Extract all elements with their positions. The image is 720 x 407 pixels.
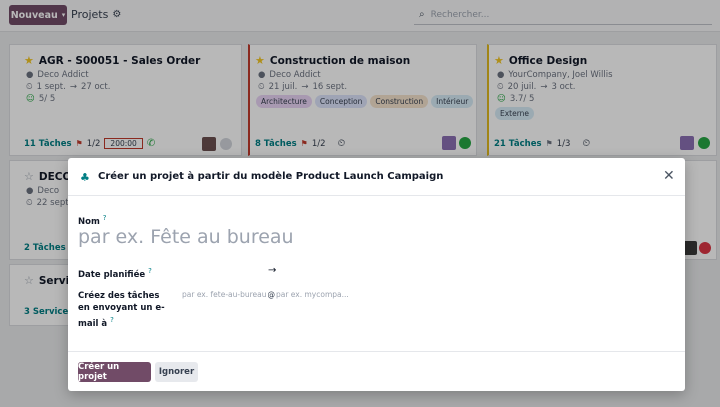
create-project-button[interactable]: Créer un projet (78, 362, 151, 382)
help-icon[interactable]: ? (110, 316, 114, 324)
project-name-input[interactable]: par ex. Fête au bureau (78, 226, 668, 254)
close-icon[interactable]: ✕ (663, 168, 675, 184)
dialog-header: ♣ Créer un projet à partir du modèle Pro… (68, 158, 685, 196)
email-alias-field: par ex. fete-au-bureau @ par ex. mycompa… (182, 290, 349, 299)
alias-at-sign: @ (267, 290, 275, 299)
email-alias-label: Créez des tâches en envoyant un e-mail à… (78, 291, 165, 329)
help-icon[interactable]: ? (148, 267, 152, 275)
alias-domain-input[interactable]: par ex. mycompa... (276, 290, 349, 299)
dialog-footer: Créer un projet Ignorer (68, 351, 685, 391)
alias-name-input[interactable]: par ex. fete-au-bureau (182, 290, 266, 299)
dialog-title: Créer un projet à partir du modèle Produ… (98, 171, 444, 182)
discard-button[interactable]: Ignorer (155, 362, 198, 382)
planned-date-label: Date planifiée ? (78, 267, 152, 280)
project-template-icon: ♣ (80, 171, 90, 184)
help-icon[interactable]: ? (103, 214, 107, 222)
create-project-dialog: ♣ Créer un projet à partir du modèle Pro… (68, 158, 685, 391)
date-range-arrow-icon: → (268, 265, 277, 276)
